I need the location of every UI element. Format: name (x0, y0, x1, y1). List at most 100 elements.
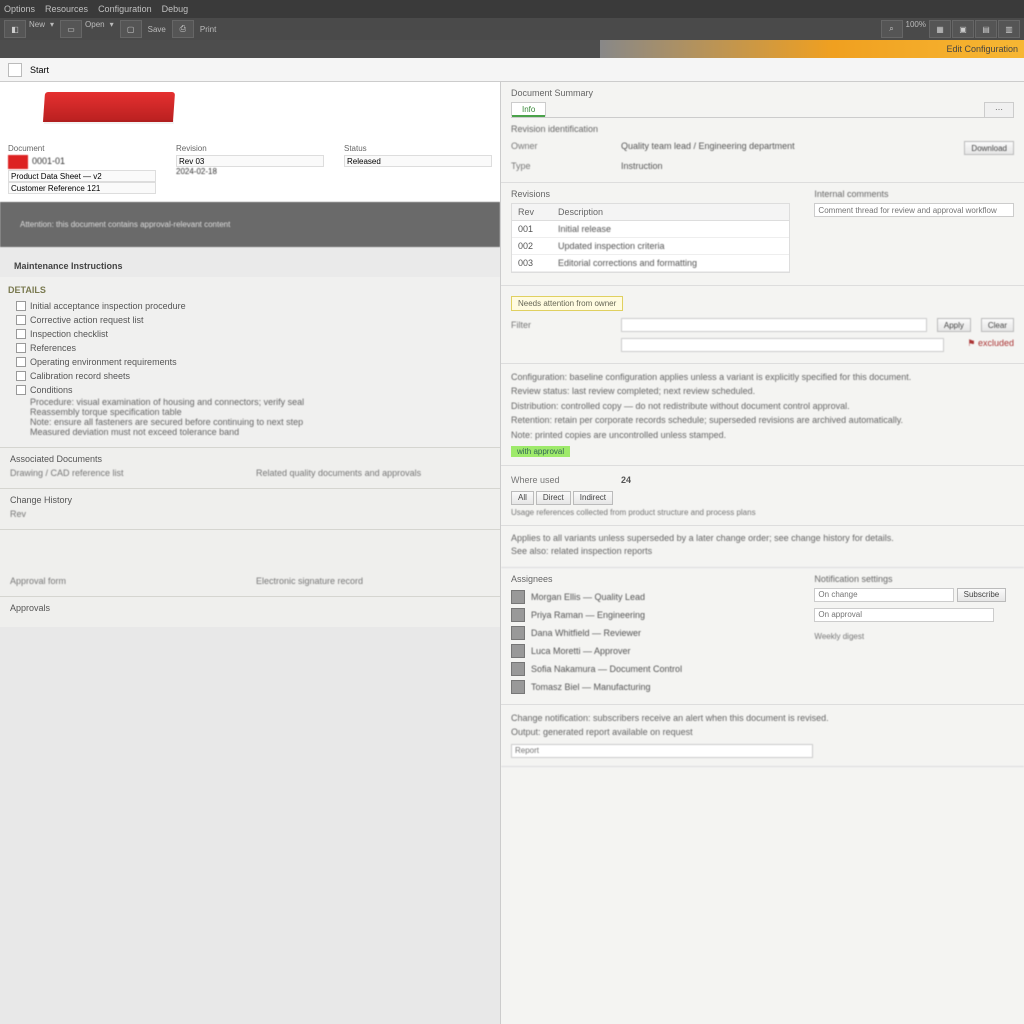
kv-key: Type (511, 161, 611, 171)
save-button[interactable]: ▢ (120, 20, 142, 38)
tree-section: DETAILS (8, 285, 492, 295)
banner-label: Edit Configuration (946, 44, 1018, 54)
clear-button[interactable]: Clear (981, 318, 1014, 332)
brand-header (0, 82, 500, 142)
checkbox[interactable] (16, 357, 26, 367)
tree-subtext: Procedure: visual examination of housing… (8, 397, 492, 407)
tree-node[interactable]: Inspection checklist (8, 327, 492, 341)
panel-text: Related quality documents and approvals (256, 468, 490, 478)
filter-input[interactable] (621, 318, 927, 332)
caption: Weekly digest (814, 632, 1014, 641)
menu-item[interactable]: Configuration (98, 4, 152, 14)
toolbar: ◧ New ▾ ▭ Open ▾ ▢ Save ⎙ Print ⌕ 100% ▦… (0, 18, 1024, 40)
attention-tag: Needs attention from owner (511, 296, 623, 311)
zoom-button[interactable]: ⌕ (881, 20, 903, 38)
avatar (511, 680, 525, 694)
grid-icon[interactable]: ▤ (975, 20, 997, 38)
field-input[interactable] (344, 155, 492, 167)
assignee-row[interactable]: Tomasz Biel — Manufacturing (511, 678, 790, 696)
menu-item[interactable]: Resources (45, 4, 88, 14)
table-row[interactable]: 003Editorial corrections and formatting (512, 255, 789, 272)
assignee-row[interactable]: Dana Whitfield — Reviewer (511, 624, 790, 642)
field-input[interactable] (176, 155, 324, 167)
brand-logo (43, 92, 175, 122)
subscribe-button[interactable]: Subscribe (957, 588, 1007, 602)
associated-docs-panel: Associated Documents Drawing / CAD refer… (0, 447, 500, 488)
checkbox[interactable] (16, 315, 26, 325)
panel-title: Approvals (10, 603, 490, 613)
panel-text: Electronic signature record (256, 576, 490, 586)
field-header: Document (8, 144, 156, 153)
tree-node[interactable]: References (8, 341, 492, 355)
notify-input[interactable] (814, 588, 954, 602)
checkbox[interactable] (16, 301, 26, 311)
menu-item[interactable]: Options (4, 4, 35, 14)
panel-text: Approval form (10, 576, 244, 586)
panel-text: Drawing / CAD reference list (10, 468, 244, 478)
section-title: Internal comments (814, 189, 1014, 199)
apply-button[interactable]: Apply (937, 318, 971, 332)
kv-value: Instruction (621, 161, 1014, 171)
checkbox[interactable] (16, 329, 26, 339)
subbar-label: Start (30, 65, 49, 75)
section-title: Where used (511, 475, 611, 485)
tree-node[interactable]: Calibration record sheets (8, 369, 492, 383)
assignee-row[interactable]: Luca Moretti — Approver (511, 642, 790, 660)
caption: See also: related inspection reports (511, 545, 1014, 559)
avatar (511, 626, 525, 640)
filter-indirect-button[interactable]: Indirect (573, 491, 613, 505)
field-input[interactable] (8, 170, 156, 182)
scale-button[interactable]: ▣ (952, 20, 974, 38)
field-input[interactable] (8, 182, 156, 194)
checkbox[interactable] (16, 385, 26, 395)
table-row[interactable]: 002Updated inspection criteria (512, 238, 789, 255)
approvals-panel: Approvals (0, 596, 500, 627)
section-title: Assignees (511, 574, 790, 584)
tree-node[interactable]: Conditions (8, 383, 492, 397)
approval-tag: with approval (511, 446, 570, 457)
fit-button[interactable]: ▦ (929, 20, 951, 38)
chevron-down-icon[interactable]: ▾ (108, 20, 116, 38)
attachments-panel: Approval form Electronic signature recor… (0, 529, 500, 596)
tree-subtext: Note: ensure all fasteners are secured b… (8, 417, 492, 427)
cart-icon[interactable]: ▥ (998, 20, 1020, 38)
field-value: 0001-01 (32, 156, 65, 166)
report-input[interactable] (511, 744, 813, 758)
tree-node[interactable]: Corrective action request list (8, 313, 492, 327)
flag-icon: ⚑ excluded (954, 338, 1014, 352)
new-button[interactable]: ◧ (4, 20, 26, 38)
chevron-down-icon[interactable]: ▾ (48, 20, 56, 38)
tree-subtext: Measured deviation must not exceed toler… (8, 427, 492, 437)
assignee-row[interactable]: Morgan Ellis — Quality Lead (511, 588, 790, 606)
panel-text: Rev (10, 509, 490, 519)
banner: Edit Configuration (0, 40, 1024, 58)
tree-node[interactable]: Operating environment requirements (8, 355, 492, 369)
section-title: Document Summary (511, 88, 1014, 98)
print-button[interactable]: ⎙ (172, 20, 194, 38)
comment-input[interactable] (814, 203, 1014, 217)
warning-bar: Attention: this document contains approv… (0, 202, 500, 247)
menu-bar: Options Resources Configuration Debug (0, 0, 1024, 18)
download-button[interactable]: Download (964, 141, 1014, 155)
table-row[interactable]: 001Initial release (512, 221, 789, 238)
menu-item[interactable]: Debug (162, 4, 189, 14)
checkbox[interactable] (16, 371, 26, 381)
assignee-row[interactable]: Sofia Nakamura — Document Control (511, 660, 790, 678)
caption: Usage references collected from product … (511, 508, 1014, 517)
assignee-row[interactable]: Priya Raman — Engineering (511, 606, 790, 624)
avatar (511, 662, 525, 676)
filter-all-button[interactable]: All (511, 491, 534, 505)
filter-direct-button[interactable]: Direct (536, 491, 571, 505)
section-title: Revisions (511, 189, 790, 199)
zoom-value: 100% (904, 20, 928, 38)
field-value: 2024-02-18 (176, 167, 324, 176)
tree-node[interactable]: Initial acceptance inspection procedure (8, 299, 492, 313)
avatar (511, 644, 525, 658)
secondary-input[interactable] (621, 338, 944, 352)
checkbox[interactable] (16, 343, 26, 353)
tab-extra[interactable]: ⋯ (984, 102, 1014, 117)
filter-label: Filter (511, 320, 611, 330)
notify-input[interactable] (814, 608, 994, 622)
open-button[interactable]: ▭ (60, 20, 82, 38)
tab-info[interactable]: Info (511, 102, 546, 117)
